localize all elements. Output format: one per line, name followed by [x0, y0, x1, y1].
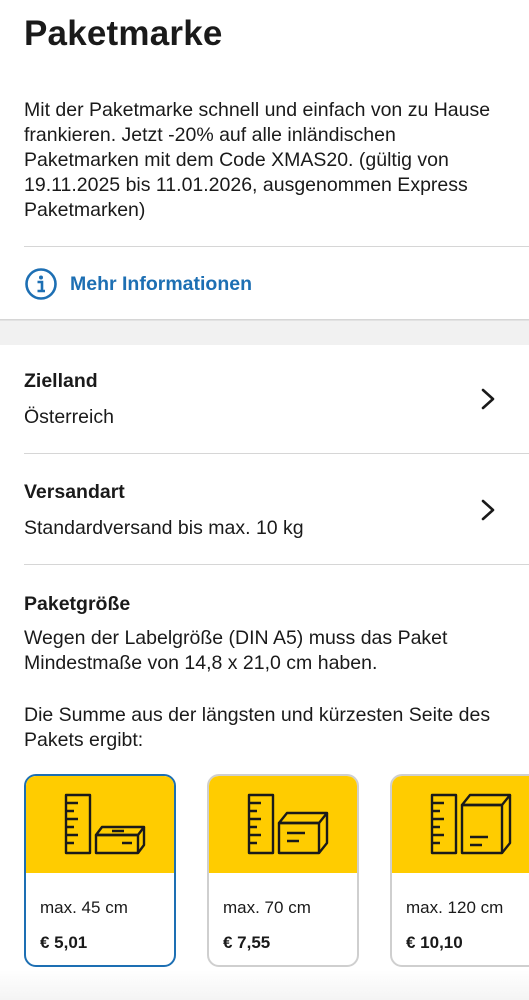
ruler-large-box-icon — [430, 793, 512, 855]
destination-value: Österreich — [24, 406, 114, 428]
package-size-label: max. 120 cm — [406, 898, 504, 917]
card-header — [26, 776, 174, 873]
info-icon — [25, 268, 57, 300]
shipping-row[interactable]: Versandart Standardversand bis max. 10 k… — [0, 455, 529, 565]
shipping-title: Versandart — [24, 481, 125, 503]
package-option-45[interactable]: max. 45 cm € 5,01 — [24, 774, 176, 967]
package-price: € 5,01 — [40, 933, 88, 952]
page-title: Paketmarke — [24, 14, 223, 53]
package-sum-note: Die Summe aus der längsten und kürzesten… — [24, 704, 491, 751]
divider — [24, 246, 529, 247]
card-header — [392, 776, 529, 873]
intro-text: Mit der Paketmarke schnell und einfach v… — [24, 99, 491, 221]
destination-title: Zielland — [24, 370, 98, 392]
destination-row[interactable]: Zielland Österreich — [0, 344, 529, 454]
shipping-value: Standardversand bis max. 10 kg — [24, 517, 304, 539]
package-price: € 7,55 — [223, 933, 271, 952]
bottom-fade — [0, 970, 529, 1000]
package-option-120[interactable]: max. 120 cm € 10,10 — [390, 774, 529, 967]
chevron-right-icon — [481, 499, 495, 521]
package-size-label: max. 70 cm — [223, 898, 311, 917]
package-price: € 10,10 — [406, 933, 463, 952]
ruler-small-box-icon — [64, 793, 146, 855]
package-option-70[interactable]: max. 70 cm € 7,55 — [207, 774, 359, 967]
package-size-label: max. 45 cm — [40, 898, 128, 917]
package-size-note: Wegen der Labelgröße (DIN A5) muss das P… — [24, 627, 448, 674]
package-size-title: Paketgröße — [24, 593, 131, 615]
card-header — [209, 776, 357, 873]
chevron-right-icon — [481, 388, 495, 410]
divider — [24, 453, 529, 454]
more-info-label: Mehr Informationen — [70, 272, 253, 295]
section-gap — [0, 320, 529, 345]
more-info-link[interactable]: Mehr Informationen — [24, 266, 252, 302]
divider — [24, 564, 529, 565]
ruler-medium-box-icon — [247, 793, 329, 855]
